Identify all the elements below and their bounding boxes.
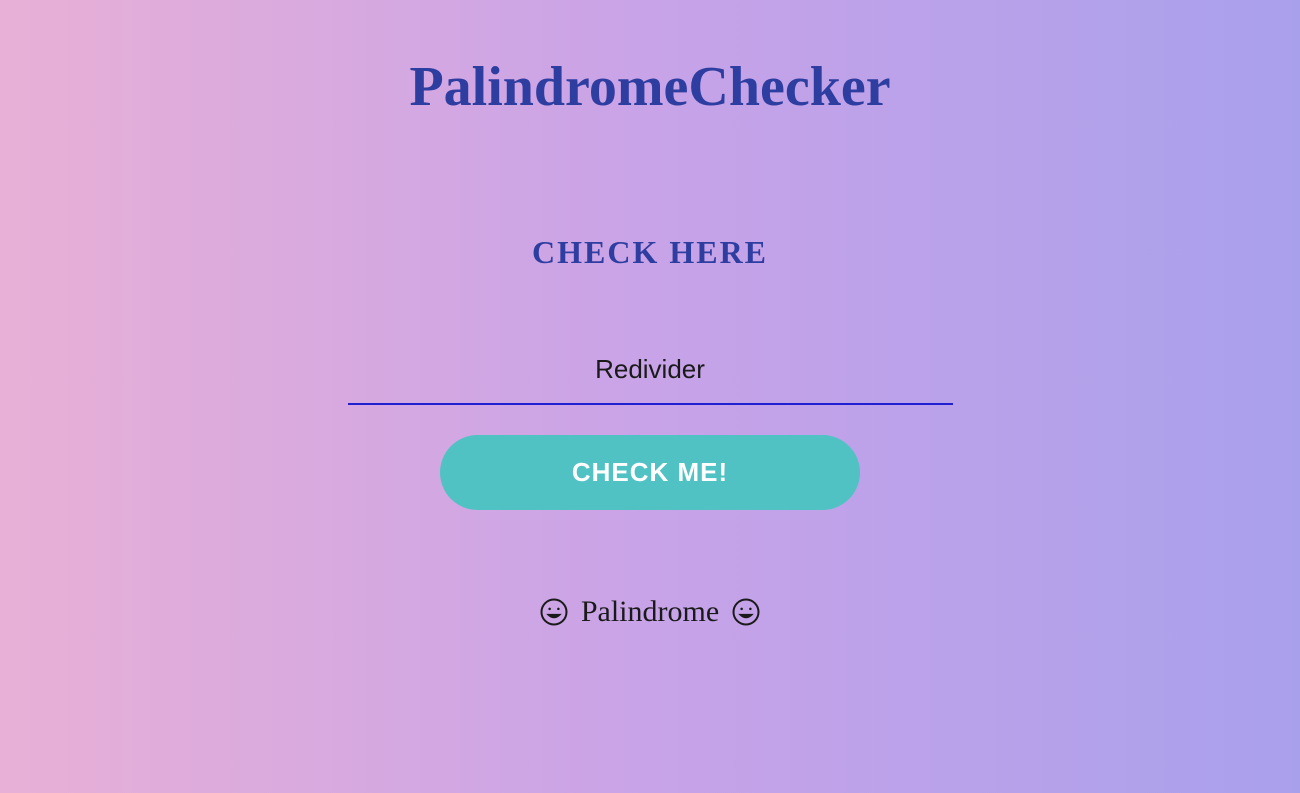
app-title: PalindromeChecker	[409, 55, 890, 119]
check-button[interactable]: CHECK ME!	[440, 435, 860, 510]
smile-icon	[539, 597, 569, 627]
result-message: Palindrome	[539, 595, 761, 629]
section-heading: CHECK HERE	[532, 234, 768, 271]
result-text: Palindrome	[581, 595, 719, 629]
smile-icon	[731, 597, 761, 627]
palindrome-input[interactable]	[348, 346, 953, 405]
